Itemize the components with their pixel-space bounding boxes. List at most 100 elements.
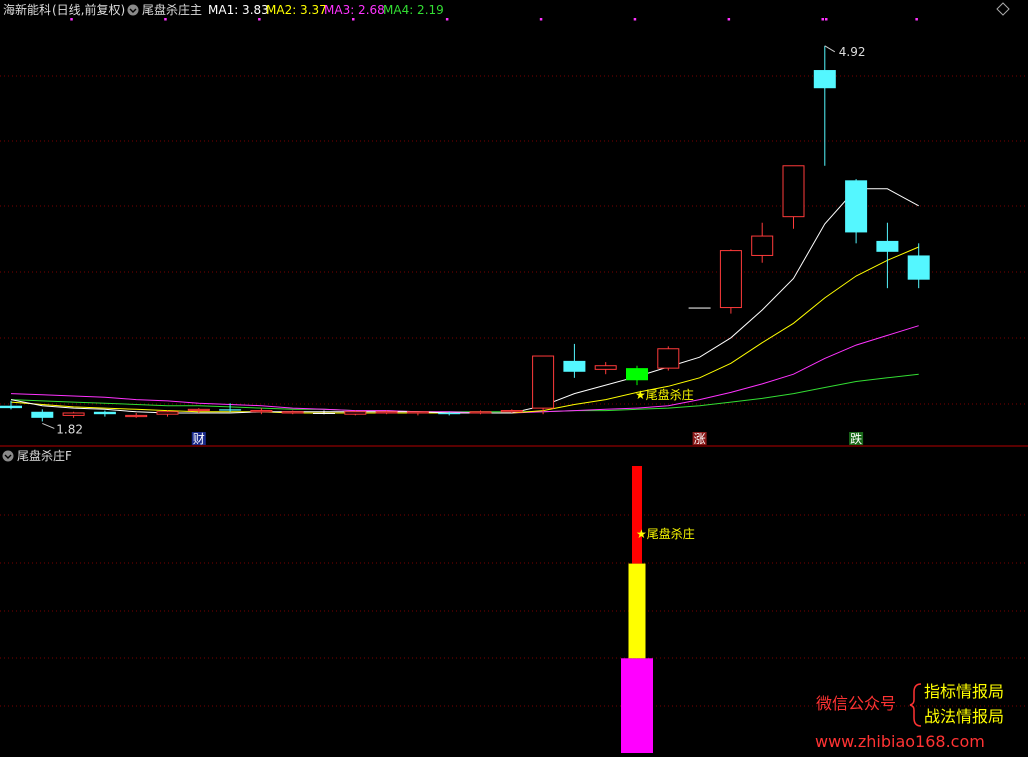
signal-dot <box>727 18 731 21</box>
signal-dot <box>915 18 918 21</box>
marker-1: 涨 <box>692 431 707 446</box>
signal-label-main: ★尾盘杀庄 <box>635 387 694 402</box>
candle-body <box>93 411 116 415</box>
candle <box>532 355 555 415</box>
low-pointer <box>42 422 55 429</box>
candle-body <box>876 240 899 252</box>
candle <box>344 410 367 416</box>
signal-dot-row <box>70 18 918 21</box>
candle <box>125 412 148 418</box>
signal-label-sub: ★尾盘杀庄 <box>636 526 695 541</box>
candle-body <box>313 412 335 414</box>
stacked-segment <box>632 466 642 564</box>
candle-body <box>375 411 398 414</box>
marker-label: 财 <box>193 432 205 446</box>
candle <box>0 400 22 410</box>
indicator-dropdown-icon[interactable] <box>127 4 139 16</box>
stacked-segment <box>628 563 646 659</box>
candlestick-series <box>0 45 930 422</box>
candle <box>313 410 335 415</box>
candle <box>751 222 774 263</box>
stock-name: 海新能科 <box>3 2 51 17</box>
candle-body <box>719 250 742 309</box>
candle <box>281 410 304 415</box>
signal-dot <box>164 18 167 21</box>
candle <box>719 249 742 314</box>
candle <box>782 165 805 229</box>
candle-body <box>406 411 429 414</box>
candle <box>250 408 273 415</box>
candle-body <box>31 411 54 418</box>
candle-body <box>438 412 461 415</box>
candle-body <box>532 355 555 409</box>
watermark-wechat: 微信公众号 <box>816 694 896 713</box>
candle-body <box>626 368 648 381</box>
candle-body <box>907 255 930 280</box>
candle <box>813 45 836 166</box>
candle <box>626 365 648 386</box>
signal-dot <box>825 18 828 21</box>
high-pointer <box>824 45 836 53</box>
signal-dot <box>258 18 261 21</box>
candle-body <box>344 411 367 415</box>
period-label: (日线,前复权) <box>52 2 125 17</box>
ma1-label: MA1: 3.83 <box>208 3 269 17</box>
candle-body <box>594 365 617 370</box>
stacked-segment <box>621 658 653 753</box>
candle <box>469 410 492 415</box>
ma2-label: MA2: 3.37 <box>266 3 327 17</box>
signal-dot <box>821 18 824 21</box>
candle-body <box>469 411 492 414</box>
candle <box>563 343 586 378</box>
candle-body <box>250 410 273 413</box>
marker-label: 涨 <box>694 431 706 446</box>
watermark-line1: 指标情报局 <box>924 682 1004 701</box>
candle-body <box>219 409 242 411</box>
candle-body <box>0 405 22 409</box>
candle-body <box>751 235 774 256</box>
watermark-line2: 战法情报局 <box>924 707 1004 726</box>
watermark-brace <box>909 683 922 727</box>
marker-label: 跌 <box>850 431 862 446</box>
collapse-diamond-icon[interactable] <box>996 2 1010 16</box>
candle-body <box>563 360 586 372</box>
signal-dot <box>352 18 355 21</box>
candle-body <box>813 70 836 89</box>
candle-body <box>657 348 680 369</box>
main-gridlines <box>0 75 1028 405</box>
ma1-line <box>10 188 919 414</box>
sub-indicator-name: 尾盘杀庄F <box>17 448 72 463</box>
ma4-label: MA4: 2.19 <box>383 3 444 17</box>
signal-dot <box>539 18 543 21</box>
annotations: 4.92 1.82 ★尾盘杀庄财 涨 跌 <box>42 45 866 446</box>
moving-average-lines <box>10 188 919 414</box>
candle-body <box>187 408 210 412</box>
kline-chart: 4.921.82★尾盘杀庄财涨跌 ★尾盘杀庄 海新能科 (日线,前复权) 尾盘杀… <box>0 2 1028 753</box>
candle-body <box>281 411 304 414</box>
candle-body <box>500 410 523 413</box>
candle <box>31 409 54 422</box>
candle <box>688 307 711 309</box>
candle <box>156 410 179 417</box>
candle-body <box>156 411 179 415</box>
high-price-label: 4.92 <box>839 45 866 59</box>
candle-body <box>845 180 868 233</box>
candle <box>62 411 85 418</box>
candle-body <box>782 165 805 218</box>
candle <box>406 411 429 416</box>
sub-dropdown-icon[interactable] <box>2 450 14 462</box>
sub-gridlines <box>0 514 1028 707</box>
candle <box>845 179 868 244</box>
candle-body <box>62 412 85 416</box>
candle <box>876 222 899 289</box>
indicator-name: 尾盘杀庄主 <box>142 2 202 17</box>
marker-0: 财 <box>191 432 206 446</box>
signal-dot <box>445 18 449 21</box>
ma4-line <box>10 373 919 413</box>
candle <box>657 346 680 371</box>
signal-dot <box>70 18 73 21</box>
candle-body <box>688 307 711 309</box>
candle <box>594 362 617 375</box>
candle-body <box>125 414 148 418</box>
signal-dot <box>633 18 637 21</box>
